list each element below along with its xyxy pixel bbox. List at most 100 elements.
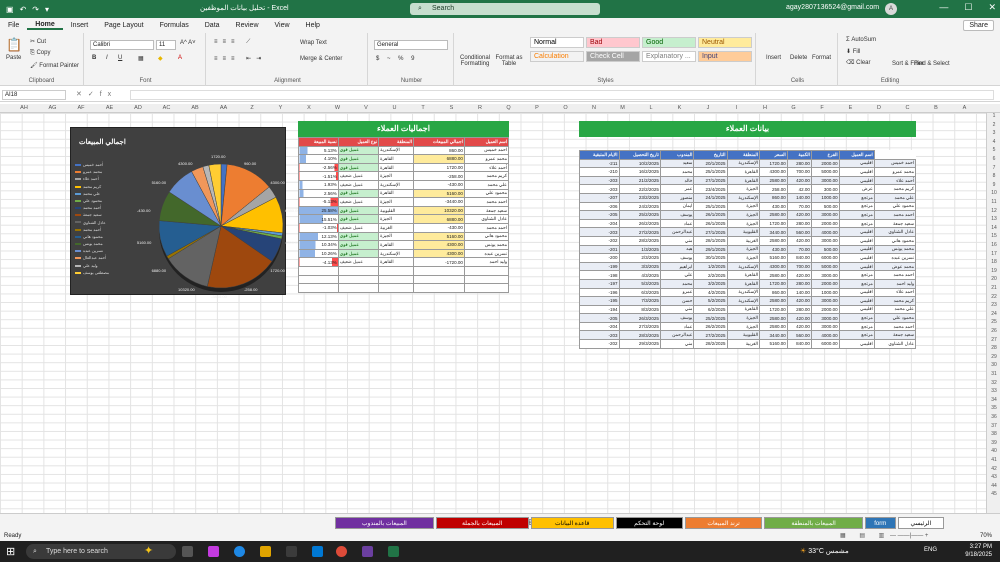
table-cell[interactable]: 16/2/2025 bbox=[618, 167, 661, 177]
table-cell[interactable]: 860.00 bbox=[759, 192, 788, 203]
column-header[interactable]: I bbox=[723, 104, 751, 113]
table-cell[interactable]: 420.00 bbox=[786, 296, 812, 306]
customers-header[interactable]: السعر bbox=[759, 150, 788, 160]
cell-style-5[interactable]: Check Cell bbox=[586, 51, 640, 62]
italic-button[interactable]: I bbox=[106, 55, 108, 61]
table-cell[interactable]: 26/3/2025 bbox=[618, 313, 661, 323]
row-header[interactable]: 4 bbox=[987, 139, 1000, 145]
table-cell[interactable]: محمد عمرو bbox=[873, 167, 917, 177]
outlook-icon[interactable] bbox=[312, 546, 323, 557]
menu-tab-formulas[interactable]: Formulas bbox=[152, 22, 197, 29]
table-cell[interactable]: الغربية bbox=[726, 235, 761, 246]
font-size-select[interactable]: 11 bbox=[156, 40, 176, 50]
table-cell[interactable]: 4000.00 bbox=[810, 227, 840, 237]
table-cell[interactable]: 2580.00 bbox=[759, 210, 788, 220]
table-cell[interactable] bbox=[413, 274, 465, 285]
table-cell[interactable]: 5160.00 bbox=[759, 339, 788, 349]
pie-chart[interactable]: اجمالي المبيعات أحمد خميس محمد عمرو أحمد ع… bbox=[70, 127, 300, 299]
table-cell[interactable]: 280.00 bbox=[786, 158, 812, 169]
table-cell[interactable] bbox=[378, 265, 414, 276]
autosum-button[interactable]: Σ AutoSum bbox=[846, 37, 876, 43]
table-cell[interactable]: 4300.00 bbox=[759, 261, 788, 272]
column-header[interactable]: K bbox=[666, 104, 694, 113]
table-cell[interactable] bbox=[298, 265, 339, 276]
table-cell[interactable]: القاهرة bbox=[726, 175, 761, 186]
table-cell[interactable]: 2/2/2025 bbox=[693, 270, 728, 280]
menu-tab-home[interactable]: Home bbox=[27, 21, 63, 30]
table-cell[interactable]: القاهرة bbox=[726, 278, 761, 289]
font-name-select[interactable]: Calibri bbox=[90, 40, 154, 50]
menu-tab-page-layout[interactable]: Page Layout bbox=[96, 22, 151, 29]
table-cell[interactable]: مرتجع bbox=[838, 330, 875, 341]
table-cell[interactable] bbox=[337, 274, 380, 285]
merge-center-button[interactable]: Merge & Center bbox=[300, 56, 342, 62]
table-cell[interactable]: 25/2/2025 bbox=[693, 313, 728, 323]
horizontal-align-icons[interactable]: ≡≡≡ ⇤⇥ bbox=[214, 55, 266, 62]
table-cell[interactable]: مرتجع bbox=[838, 278, 875, 289]
table-cell[interactable]: مني bbox=[659, 339, 695, 349]
table-cell[interactable]: محمود علي bbox=[873, 201, 917, 212]
customers-header[interactable]: الكمية bbox=[786, 150, 812, 160]
table-cell[interactable]: 27/1/2025 bbox=[693, 227, 728, 237]
table-cell[interactable]: 2580.00 bbox=[759, 296, 788, 306]
table-cell[interactable] bbox=[463, 274, 510, 285]
table-cell[interactable]: 6000.00 bbox=[810, 253, 840, 263]
column-header[interactable]: AC bbox=[153, 104, 181, 113]
table-cell[interactable]: 3000.00 bbox=[810, 175, 840, 186]
table-cell[interactable]: احمد محمد bbox=[873, 210, 917, 220]
underline-button[interactable]: U bbox=[118, 55, 122, 61]
copilot-icon[interactable] bbox=[208, 546, 219, 557]
table-cell[interactable]: اقليمي bbox=[838, 339, 875, 349]
table-cell[interactable]: القاهرة bbox=[726, 304, 761, 315]
table-cell[interactable]: 2000.00 bbox=[810, 158, 840, 169]
table-cell[interactable]: 1000.00 bbox=[810, 192, 840, 203]
table-cell[interactable]: -211 bbox=[579, 158, 620, 169]
table-cell[interactable] bbox=[463, 283, 510, 293]
table-cell[interactable]: 2/3/2025 bbox=[618, 253, 661, 263]
customers-header[interactable]: المنطقة bbox=[726, 150, 761, 160]
sheet-tab[interactable]: قاعدة البيانات bbox=[530, 517, 614, 529]
table-cell[interactable]: عميل قوي bbox=[337, 145, 380, 156]
row-header[interactable]: 10 bbox=[987, 190, 1000, 196]
table-cell[interactable]: 3000.00 bbox=[810, 210, 840, 220]
table-cell[interactable]: عميل ضعيف bbox=[337, 171, 380, 181]
borders-icon[interactable]: ▦ bbox=[138, 55, 144, 62]
table-cell[interactable]: 25/1/2025 bbox=[693, 201, 728, 212]
table-cell[interactable]: عادل الشناوي bbox=[873, 227, 917, 237]
table-cell[interactable]: 26/1/2025 bbox=[693, 218, 728, 229]
row-header[interactable]: 28 bbox=[987, 345, 1000, 351]
grow-font-icon[interactable]: A^ A˅ bbox=[180, 40, 196, 46]
row-header[interactable]: 44 bbox=[987, 483, 1000, 489]
table-cell[interactable]: كريم محمد bbox=[873, 184, 917, 194]
clock[interactable]: 3:27 PM 9/18/2025 bbox=[965, 543, 992, 559]
table-cell[interactable]: 140.00 bbox=[786, 287, 812, 298]
table-cell[interactable]: 30/1/2025 bbox=[693, 253, 728, 263]
table-cell[interactable]: اقليمي bbox=[838, 227, 875, 237]
table-cell[interactable]: عميل قوي bbox=[337, 214, 380, 224]
table-cell[interactable]: الجيزة bbox=[726, 244, 761, 255]
table-cell[interactable]: يوسف bbox=[659, 210, 695, 220]
vertical-align-icons[interactable]: ≡≡≡ ⟋ bbox=[214, 39, 255, 46]
row-header[interactable]: 41 bbox=[987, 457, 1000, 463]
table-cell[interactable]: يوسف bbox=[659, 313, 695, 323]
table-cell[interactable]: 8/3/2025 bbox=[618, 304, 661, 315]
table-cell[interactable] bbox=[337, 283, 380, 293]
table-cell[interactable]: القليوبية bbox=[378, 205, 414, 216]
row-header[interactable]: 24 bbox=[987, 311, 1000, 317]
table-cell[interactable]: سعيد bbox=[659, 158, 695, 169]
column-header[interactable]: L bbox=[637, 104, 665, 113]
table-cell[interactable]: 21/2/2025 bbox=[618, 175, 661, 186]
table-cell[interactable]: 7/3/2025 bbox=[618, 296, 661, 306]
summary-header[interactable]: اسم العميل bbox=[463, 137, 510, 147]
file-explorer-icon[interactable] bbox=[260, 546, 271, 557]
table-cell[interactable]: -430.00 bbox=[413, 222, 465, 233]
table-cell[interactable]: -204 bbox=[579, 321, 620, 332]
table-cell[interactable]: -210 bbox=[579, 167, 620, 177]
table-cell[interactable]: 1000.00 bbox=[810, 287, 840, 298]
row-header[interactable]: 36 bbox=[987, 414, 1000, 420]
table-cell[interactable]: -203 bbox=[579, 184, 620, 194]
table-cell[interactable]: الجيزة bbox=[726, 253, 761, 263]
table-cell[interactable]: الجيزة bbox=[378, 231, 414, 242]
table-cell[interactable] bbox=[413, 283, 465, 293]
table-cell[interactable]: 1720.00 bbox=[759, 304, 788, 315]
